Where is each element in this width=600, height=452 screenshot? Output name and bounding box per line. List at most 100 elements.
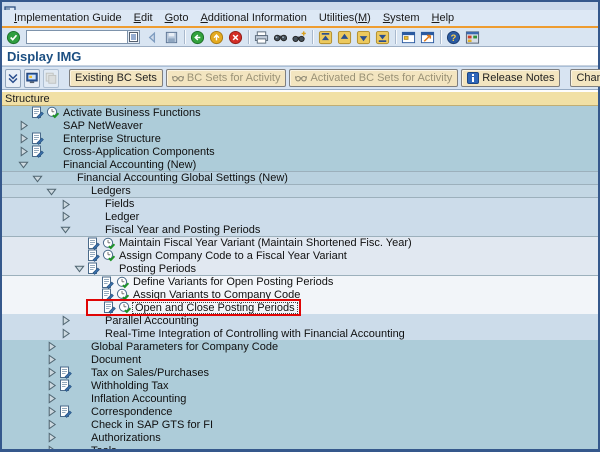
tree-node-label[interactable]: Assign Company Code to a Fiscal Year Var… — [116, 250, 350, 262]
menu-edit[interactable]: Edit — [128, 12, 159, 24]
command-history-dropdown[interactable] — [127, 30, 140, 44]
bc-sets-for-activity-button[interactable]: BC Sets for Activity — [166, 69, 287, 87]
tree-node-label[interactable]: Financial Accounting (New) — [60, 159, 199, 171]
tree-node-label[interactable]: Document — [88, 354, 144, 366]
expand-arrow-icon[interactable] — [16, 132, 30, 145]
doc-icon[interactable] — [58, 379, 73, 392]
last-page-button[interactable] — [373, 29, 392, 45]
tree-node-label[interactable]: Activate Business Functions — [60, 107, 204, 119]
save-button[interactable] — [162, 29, 181, 45]
collapse-arrow-icon[interactable] — [58, 223, 72, 236]
tree-node-label[interactable]: Withholding Tax — [88, 380, 171, 392]
expand-arrow-icon[interactable] — [16, 145, 30, 158]
tree-node-label[interactable]: Correspondence — [88, 406, 175, 418]
release-notes-button[interactable]: Release Notes — [461, 69, 560, 87]
tree-node-label[interactable]: Tools — [88, 445, 120, 450]
doc-icon[interactable] — [100, 276, 115, 289]
page-up-button[interactable] — [335, 29, 354, 45]
menu-utilities-m[interactable]: Utilities(M) — [313, 12, 377, 24]
activity-icon[interactable] — [45, 106, 60, 119]
expand-arrow-icon[interactable] — [58, 314, 72, 327]
doc-icon[interactable] — [30, 145, 45, 158]
doc-icon[interactable] — [30, 106, 45, 119]
doc-icon[interactable] — [58, 366, 73, 379]
expand-arrow-icon[interactable] — [44, 418, 58, 431]
cancel-button[interactable] — [226, 29, 245, 45]
tree-node-label[interactable]: Parallel Accounting — [102, 315, 202, 327]
page-down-button[interactable] — [354, 29, 373, 45]
exit-button[interactable] — [207, 29, 226, 45]
copy-button[interactable] — [43, 69, 59, 88]
customize-button[interactable] — [463, 29, 482, 45]
tree-row-define-variants-for-open-posting-periods: Define Variants for Open Posting Periods — [2, 275, 598, 288]
expand-arrow-icon[interactable] — [44, 392, 58, 405]
tree-node-label[interactable]: Posting Periods — [116, 263, 199, 275]
expand-arrow-icon[interactable] — [44, 444, 58, 449]
tree-node-label[interactable]: Ledger — [102, 211, 142, 223]
activated-bc-sets-for-activity-button[interactable]: Activated BC Sets for Activity — [289, 69, 458, 87]
tree-node-label[interactable]: Enterprise Structure — [60, 133, 164, 145]
tree-node-label[interactable]: Fields — [102, 198, 137, 210]
print-button[interactable] — [252, 29, 271, 45]
tree-node-label[interactable]: Cross-Application Components — [60, 146, 218, 158]
icon-spacer — [58, 392, 73, 405]
new-session-button[interactable] — [399, 29, 418, 45]
doc-icon[interactable] — [86, 262, 101, 275]
shortcut-button[interactable] — [418, 29, 437, 45]
doc-icon[interactable] — [102, 301, 117, 314]
collapse-arrow-icon[interactable] — [44, 185, 58, 198]
find-button[interactable] — [271, 29, 290, 45]
menu-system[interactable]: System — [377, 12, 426, 24]
expand-arrow-icon[interactable] — [44, 431, 58, 444]
expand-arrow-icon[interactable] — [44, 379, 58, 392]
doc-icon[interactable] — [58, 405, 73, 418]
doc-icon[interactable] — [30, 132, 45, 145]
tree-node-label[interactable]: Financial Accounting Global Settings (Ne… — [74, 172, 291, 184]
expand-arrow-icon[interactable] — [58, 327, 72, 340]
tree-node-label[interactable]: Open and Close Posting Periods — [132, 302, 298, 314]
tree-node-label[interactable]: Inflation Accounting — [88, 393, 189, 405]
change-log-button[interactable]: Change Log — [570, 69, 600, 87]
collapse-arrow-icon[interactable] — [30, 172, 44, 185]
expand-arrow-icon[interactable] — [44, 366, 58, 379]
tree-node-label[interactable]: Define Variants for Open Posting Periods — [130, 276, 336, 288]
menu-implementation-guide[interactable]: Implementation Guide — [8, 12, 128, 24]
tree-node-label[interactable]: SAP NetWeaver — [60, 120, 146, 132]
activity-icon[interactable] — [117, 301, 132, 314]
enter-button[interactable] — [4, 29, 23, 45]
tree-node-label[interactable]: Ledgers — [88, 185, 134, 197]
help-button[interactable]: ? — [444, 29, 463, 45]
expand-arrow-icon[interactable] — [16, 119, 30, 132]
command-input[interactable] — [26, 30, 127, 44]
tree-node-label[interactable]: Authorizations — [88, 432, 164, 444]
doc-icon[interactable] — [86, 237, 101, 250]
menu-help[interactable]: Help — [426, 12, 461, 24]
expand-arrow-icon[interactable] — [44, 340, 58, 353]
tree-node-label[interactable]: Check in SAP GTS for FI — [88, 419, 216, 431]
menu-goto[interactable]: Goto — [159, 12, 195, 24]
tree-node-label[interactable]: Fiscal Year and Posting Periods — [102, 224, 263, 236]
tree-node-label[interactable]: Tax on Sales/Purchases — [88, 367, 212, 379]
menu-additional-information[interactable]: Additional Information — [194, 12, 312, 24]
collapse-arrow-icon[interactable] — [16, 158, 30, 171]
doc-icon[interactable] — [86, 249, 101, 262]
expand-arrow-icon[interactable] — [58, 198, 72, 211]
expand-arrow-icon[interactable] — [44, 405, 58, 418]
expand-arrow-icon[interactable] — [58, 210, 72, 223]
activity-icon[interactable] — [115, 276, 130, 289]
activity-icon[interactable] — [101, 237, 116, 250]
display-button[interactable] — [24, 69, 40, 88]
double-chevron-button[interactable] — [5, 69, 21, 88]
expand-arrow-icon[interactable] — [44, 353, 58, 366]
collapse-arrow-icon[interactable] — [72, 262, 86, 275]
first-page-button[interactable] — [316, 29, 335, 45]
tree-node-label[interactable]: Maintain Fiscal Year Variant (Maintain S… — [116, 237, 415, 249]
back-button[interactable] — [188, 29, 207, 45]
tree-node-label[interactable]: Real-Time Integration of Controlling wit… — [102, 328, 408, 340]
activity-icon[interactable] — [101, 249, 116, 262]
existing-bc-sets-button[interactable]: Existing BC Sets — [69, 69, 163, 87]
find-next-button[interactable] — [290, 29, 309, 45]
tree-row-content: Maintain Fiscal Year Variant (Maintain S… — [72, 237, 415, 250]
tree-node-label[interactable]: Global Parameters for Company Code — [88, 341, 281, 353]
back-triangle-button[interactable] — [143, 29, 162, 45]
